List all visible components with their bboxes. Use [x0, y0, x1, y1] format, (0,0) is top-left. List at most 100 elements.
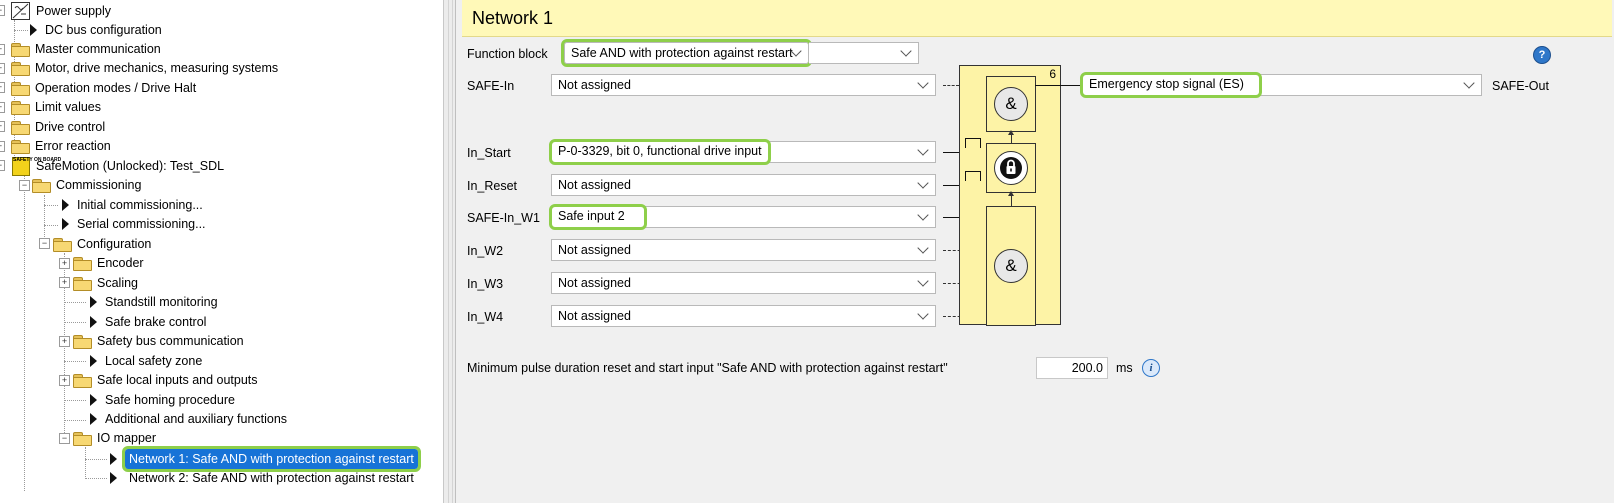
tree-item-safemotion[interactable]: SAFETY ON BOARD SafeMotion (Unlocked): T… [12, 156, 224, 176]
expand-toggle[interactable]: + [0, 102, 5, 113]
and-gate-top: & [986, 76, 1036, 132]
tree-item-additional-functions[interactable]: Additional and auxiliary functions [90, 409, 287, 429]
tree-item-network-2[interactable]: Network 2: Safe AND with protection agai… [110, 468, 414, 488]
folder-icon [11, 42, 30, 57]
expand-toggle[interactable]: − [0, 5, 5, 16]
arrow-icon [30, 24, 37, 36]
tree-item-dc-bus[interactable]: DC bus configuration [30, 20, 162, 40]
navigation-tree[interactable]: − + + + + + + − − − + + + + − Power supp… [0, 0, 443, 503]
expand-toggle[interactable]: + [0, 44, 5, 55]
tree-item-power-supply[interactable]: Power supply [11, 1, 111, 21]
safe-in-select[interactable]: Not assigned [551, 74, 936, 96]
in-w4-value: Not assigned [558, 309, 631, 323]
tree-item-io-mapper[interactable]: IO mapper [73, 428, 156, 448]
tree-item-label: IO mapper [97, 431, 157, 445]
expand-toggle[interactable]: + [0, 63, 5, 74]
connector-safe-in [943, 85, 959, 86]
panel-splitter[interactable] [443, 0, 456, 503]
tree-item-label: Motor, drive mechanics, measuring system… [35, 61, 279, 75]
block-number: 6 [1049, 67, 1056, 81]
tree-item-label: Initial commissioning... [77, 198, 203, 212]
expand-toggle[interactable]: + [59, 277, 70, 288]
tree-line [44, 225, 58, 226]
in-w2-select[interactable]: Not assigned [551, 239, 936, 261]
folder-icon [11, 139, 30, 154]
tree-item-initial-commissioning[interactable]: Initial commissioning... [62, 195, 203, 215]
in-w4-label: In_W4 [467, 310, 504, 324]
tree-item-label: Configuration [77, 237, 152, 251]
arrow-icon [90, 316, 97, 328]
arrow-icon [90, 296, 97, 308]
chevron-down-icon [900, 45, 912, 57]
folder-icon [11, 61, 30, 76]
tree-item-master-communication[interactable]: Master communication [11, 39, 161, 59]
power-supply-icon [11, 2, 30, 20]
folder-icon [73, 334, 92, 349]
tree-line [85, 478, 107, 479]
tree-item-encoder[interactable]: Encoder [73, 253, 144, 273]
tree-item-safe-brake-control[interactable]: Safe brake control [90, 312, 206, 332]
expand-toggle[interactable]: + [59, 375, 70, 386]
expand-toggle[interactable]: − [0, 160, 5, 171]
tree-item-label: Operation modes / Drive Halt [35, 81, 197, 95]
tree-line [64, 302, 86, 303]
expand-toggle[interactable]: − [59, 433, 70, 444]
in-w3-select[interactable]: Not assigned [551, 272, 936, 294]
tree-item-local-safety-zone[interactable]: Local safety zone [90, 351, 202, 371]
in-start-select[interactable]: P-0-3329, bit 0, functional drive input [549, 139, 936, 165]
in-start-value: P-0-3329, bit 0, functional drive input [549, 139, 771, 165]
expand-toggle[interactable]: − [19, 180, 30, 191]
tree-item-safe-local-io[interactable]: Safe local inputs and outputs [73, 370, 258, 390]
in-reset-select[interactable]: Not assigned [551, 174, 936, 196]
tree-item-operation-modes[interactable]: Operation modes / Drive Halt [11, 78, 196, 98]
output-line [1035, 85, 1085, 86]
expand-toggle[interactable]: + [59, 258, 70, 269]
expand-toggle[interactable]: + [0, 82, 5, 93]
tree-item-commissioning[interactable]: Commissioning [32, 175, 141, 195]
tree-item-scaling[interactable]: Scaling [73, 273, 138, 293]
tree-item-label-selected: Network 1: Safe AND with protection agai… [122, 446, 421, 472]
tree-item-network-1[interactable]: Network 1: Safe AND with protection agai… [110, 446, 421, 472]
help-icon[interactable]: ? [1533, 46, 1551, 64]
arrow-up-icon [1008, 130, 1014, 135]
safe-in-w1-select[interactable]: Safe input 2 [549, 204, 936, 230]
arrow-icon [110, 472, 117, 484]
tree-item-label: Serial commissioning... [77, 217, 206, 231]
tree-item-label: Scaling [97, 276, 138, 290]
tree-item-label: Safe local inputs and outputs [97, 373, 258, 387]
tree-item-label: Local safety zone [105, 354, 203, 368]
function-block-value: Safe AND with protection against restart [571, 46, 793, 60]
folder-icon [73, 256, 92, 271]
expand-toggle[interactable]: + [59, 336, 70, 347]
expand-toggle[interactable]: − [39, 238, 50, 249]
pulse-duration-input[interactable]: 200.0 [1036, 357, 1108, 379]
safe-in-label: SAFE-In [467, 79, 515, 93]
tree-item-drive-control[interactable]: Drive control [11, 117, 105, 137]
in-w4-select[interactable]: Not assigned [551, 305, 936, 327]
expand-toggle[interactable]: + [0, 141, 5, 152]
expand-toggle[interactable]: + [0, 121, 5, 132]
tree-item-limit-values[interactable]: Limit values [11, 97, 101, 117]
tree-item-safety-bus[interactable]: Safety bus communication [73, 331, 244, 351]
tree-item-error-reaction[interactable]: Error reaction [11, 136, 111, 156]
function-block-select-arrow[interactable] [809, 42, 919, 64]
tree-item-label: Drive control [35, 120, 106, 134]
tree-item-label: Safe brake control [105, 315, 207, 329]
tree-item-configuration[interactable]: Configuration [53, 234, 151, 254]
info-icon[interactable]: i [1142, 359, 1160, 377]
tree-item-serial-commissioning[interactable]: Serial commissioning... [62, 214, 206, 234]
function-block-select[interactable]: Safe AND with protection against restart [561, 39, 812, 67]
tree-item-label: DC bus configuration [45, 23, 162, 37]
in-reset-label: In_Reset [467, 179, 518, 193]
tree-item-label: SafeMotion (Unlocked): Test_SDL [36, 159, 225, 173]
chevron-down-icon [917, 275, 929, 287]
restart-lock-block [986, 143, 1036, 193]
tree-item-standstill-monitoring[interactable]: Standstill monitoring [90, 292, 218, 312]
in-w2-label: In_W2 [467, 244, 504, 258]
in-w3-label: In_W3 [467, 277, 504, 291]
tree-item-safe-homing[interactable]: Safe homing procedure [90, 390, 235, 410]
tree-line [64, 400, 86, 401]
arrow-icon [90, 394, 97, 406]
safe-out-select[interactable]: Emergency stop signal (ES) [1080, 72, 1482, 98]
tree-item-motor[interactable]: Motor, drive mechanics, measuring system… [11, 58, 278, 78]
